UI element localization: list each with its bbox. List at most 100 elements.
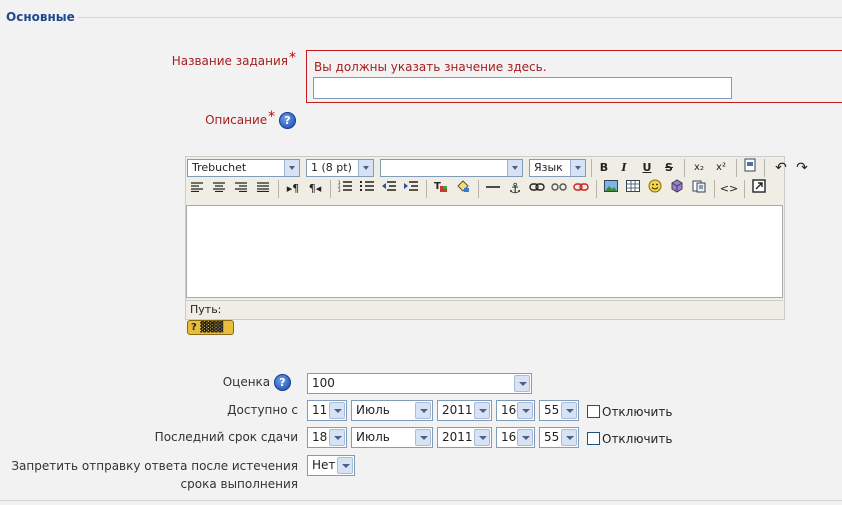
available-minute-select[interactable]: 55 (539, 400, 579, 421)
due-date-label: Последний срок сдачи (154, 430, 298, 444)
rtl-icon[interactable]: ¶◂ (305, 179, 325, 199)
align-center-icon[interactable] (209, 179, 229, 199)
redo-icon[interactable]: ↷ (792, 158, 812, 178)
assignment-name-label: Название задания* (150, 50, 296, 69)
language-select[interactable]: Язык (529, 159, 586, 177)
grade-value: 100 (312, 376, 335, 390)
align-justify-icon[interactable] (253, 179, 273, 199)
toolbar-separator (744, 180, 745, 198)
toolbar-separator (426, 180, 427, 198)
available-year-select[interactable]: 2011 (437, 400, 492, 421)
required-mark: * (289, 50, 296, 66)
background-color-icon[interactable] (453, 179, 473, 199)
error-message: Вы должны указать значение здесь. (314, 60, 547, 74)
description-label: Описание* ? (150, 109, 296, 129)
fullscreen-icon[interactable] (749, 179, 769, 199)
available-minute-value: 55 (544, 403, 560, 417)
ordered-list-icon[interactable]: 123 (335, 179, 355, 199)
html-source-button[interactable]: <> (719, 179, 739, 199)
prevent-late-label-line1: Запретить отправку ответа после истечени… (11, 459, 298, 473)
font-family-select[interactable]: Trebuchet (187, 159, 300, 177)
toolbar-separator (278, 180, 279, 198)
available-month-select[interactable]: Июль (351, 400, 433, 421)
heading-select[interactable] (380, 159, 523, 177)
grade-label: Оценка ? (150, 374, 291, 391)
grade-select[interactable]: 100 (307, 373, 532, 394)
unordered-list-icon[interactable] (357, 179, 377, 199)
available-hour-value: 16 (501, 403, 517, 417)
chevron-down-icon (561, 429, 577, 446)
undo-icon[interactable]: ↶ (771, 158, 791, 178)
indent-icon[interactable] (401, 179, 421, 199)
available-disable-checkbox[interactable] (587, 405, 600, 418)
align-right-icon[interactable] (231, 179, 251, 199)
editor-path-bar: Путь: (186, 300, 783, 317)
chevron-down-icon (507, 160, 522, 176)
unlink-icon[interactable] (549, 179, 569, 199)
bold-button[interactable]: B (594, 158, 614, 178)
editor-help-text: ? (191, 322, 197, 333)
assignment-name-label-text: Название задания (171, 54, 288, 68)
strikethrough-button[interactable]: S (659, 158, 679, 178)
underline-button[interactable]: U (637, 158, 657, 178)
text-color-icon[interactable]: T (431, 179, 451, 199)
due-minute-value: 55 (544, 430, 560, 444)
due-month-select[interactable]: Июль (351, 427, 433, 448)
due-minute-select[interactable]: 55 (539, 427, 579, 448)
horizontal-rule-icon[interactable] (483, 179, 503, 199)
insert-table-icon[interactable] (623, 179, 643, 199)
required-mark: * (268, 109, 276, 125)
chevron-down-icon (474, 429, 490, 446)
editor-content-area[interactable] (186, 205, 783, 298)
link-icon[interactable] (527, 179, 547, 199)
chevron-down-icon (415, 429, 431, 446)
prevent-late-select[interactable]: Нет (307, 455, 355, 476)
ltr-icon[interactable]: ▸¶ (283, 179, 303, 199)
chevron-down-icon (561, 402, 577, 419)
align-left-icon[interactable] (187, 179, 207, 199)
due-year-value: 2011 (442, 430, 473, 444)
section-bottom-divider (0, 500, 842, 501)
insert-image-icon[interactable] (601, 179, 621, 199)
toolbar-separator (478, 180, 479, 198)
available-month-value: Июль (356, 403, 390, 417)
special-chars-icon[interactable] (667, 179, 687, 199)
due-day-select[interactable]: 18 (307, 427, 347, 448)
font-size-select[interactable]: 1 (8 pt) (306, 159, 374, 177)
due-year-select[interactable]: 2011 (437, 427, 492, 448)
due-disable-checkbox[interactable] (587, 432, 600, 445)
subscript-button[interactable]: x₂ (689, 158, 709, 178)
toolbar-separator (684, 159, 685, 177)
due-disable-label: Отключить (602, 432, 673, 446)
help-icon[interactable]: ? (279, 112, 296, 129)
available-year-value: 2011 (442, 403, 473, 417)
paste-word-icon[interactable] (740, 158, 760, 178)
smiley-icon[interactable] (645, 179, 665, 199)
italic-button[interactable]: I (614, 158, 634, 178)
search-replace-icon[interactable] (689, 179, 709, 199)
available-day-select[interactable]: 11 (307, 400, 347, 421)
editor-help-keyboard-icon[interactable]: ? ▓▓▓ (187, 320, 234, 335)
available-hour-select[interactable]: 16 (496, 400, 535, 421)
anchor-icon[interactable]: ⚓ (505, 179, 525, 199)
chevron-down-icon (284, 160, 299, 176)
due-month-value: Июль (356, 430, 390, 444)
description-label-text: Описание (205, 113, 268, 127)
font-size-value: 1 (8 pt) (311, 161, 352, 174)
nolink-icon[interactable] (571, 179, 591, 199)
section-legend: Основные (6, 10, 75, 24)
chevron-down-icon (517, 429, 533, 446)
prevent-late-label: Запретить отправку ответа после истечени… (10, 457, 298, 493)
superscript-button[interactable]: x² (711, 158, 731, 178)
help-icon[interactable]: ? (274, 374, 291, 391)
chevron-down-icon (337, 457, 353, 474)
section-divider (78, 17, 842, 18)
chevron-down-icon (514, 375, 530, 392)
outdent-icon[interactable] (379, 179, 399, 199)
due-hour-select[interactable]: 16 (496, 427, 535, 448)
due-hour-value: 16 (501, 430, 517, 444)
assignment-name-input[interactable] (313, 77, 732, 99)
prevent-late-value: Нет (312, 458, 336, 472)
toolbar-separator (330, 180, 331, 198)
chevron-down-icon (570, 160, 585, 176)
